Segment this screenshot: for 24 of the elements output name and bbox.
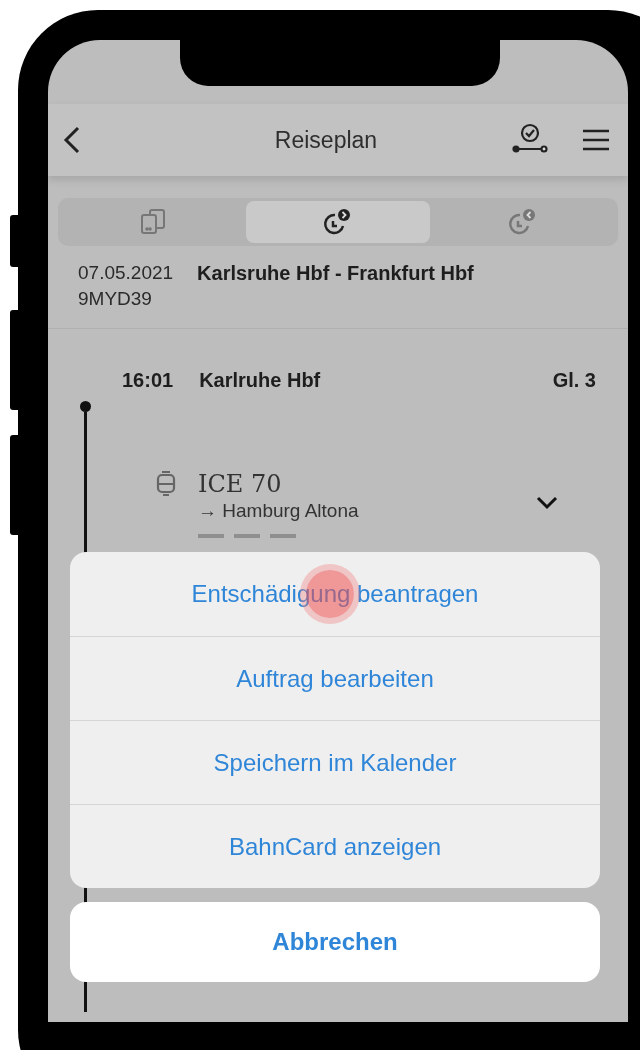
expand-button[interactable] <box>536 496 558 510</box>
trip-route: Karlsruhe Hbf - Frankfurt Hbf <box>197 262 474 286</box>
placeholder-dash <box>198 534 224 538</box>
sheet-action[interactable]: Entschädigung beantragen <box>70 552 600 636</box>
train-destination: → Hamburg Altona <box>198 500 360 522</box>
stop-dot <box>79 401 91 412</box>
station-name: Karlruhe Hbf <box>199 369 321 392</box>
cancel-button[interactable]: Abbrechen <box>70 902 600 982</box>
trip-date: 07.05.2021 <box>78 262 174 284</box>
booking-code: 9MYD39 <box>78 288 153 310</box>
segment-tab[interactable] <box>245 201 431 243</box>
sheet-action[interactable]: Speichern im Kalender <box>70 720 600 804</box>
placeholder-dash <box>270 534 296 538</box>
sheet-action[interactable]: BahnCard anzeigen <box>70 804 600 888</box>
sheet-action[interactable]: Auftrag bearbeiten <box>70 636 600 720</box>
train-name: ICE 70 <box>198 470 283 498</box>
chevron-down-icon <box>536 496 558 510</box>
back-chevron-icon <box>62 125 82 155</box>
menu-icon <box>582 129 610 151</box>
departure-time: 16:01 <box>122 369 174 392</box>
screen-title: Reiseplan <box>273 126 379 154</box>
platform-label: Gl. 3 <box>552 369 596 392</box>
placeholder-dash <box>234 534 260 538</box>
train-icon <box>156 470 176 496</box>
